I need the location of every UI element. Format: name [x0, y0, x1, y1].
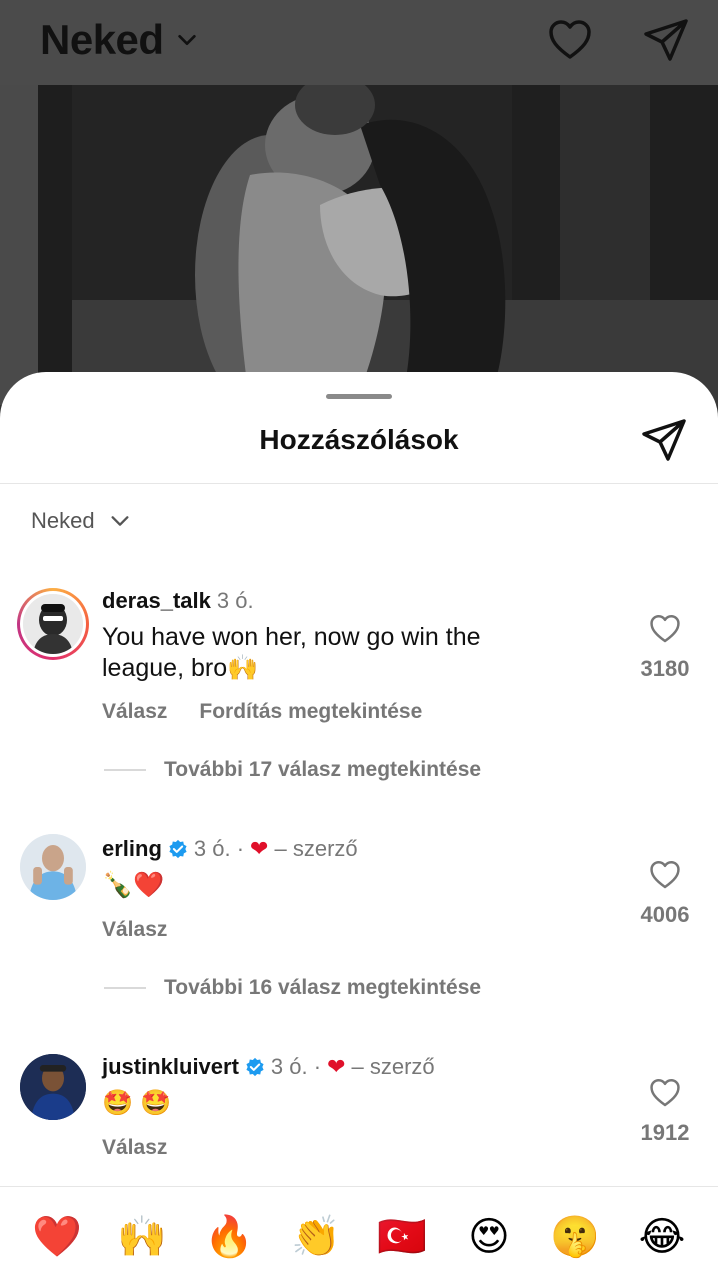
view-more-replies-label: További 17 válasz megtekintése — [164, 758, 482, 781]
comment-meta: erling 3 ó. · ❤ – szerző — [102, 836, 358, 862]
like-count: 3180 — [640, 656, 690, 681]
like-control: 4006 — [630, 858, 700, 928]
reply-line — [104, 987, 146, 989]
heart-icon[interactable] — [648, 612, 682, 646]
background-video[interactable] — [0, 85, 718, 405]
author-liked-heart-icon: ❤ — [250, 836, 269, 861]
comment-meta: deras_talk 3 ó. — [102, 588, 254, 614]
comment-actions: Válasz Fordítás megtekintése — [102, 700, 422, 724]
emoji-bar-divider — [0, 1186, 718, 1187]
comments-sheet: Hozzászólások Neked deras_talk 3 ó. You … — [0, 372, 718, 1280]
share-send-icon[interactable] — [640, 416, 688, 464]
username[interactable]: erling — [102, 836, 162, 862]
view-more-replies[interactable]: További 16 válasz megtekintése — [104, 976, 481, 1000]
heart-icon[interactable] — [648, 1076, 682, 1110]
emoji-heart-eyes[interactable]: 😍 — [464, 1212, 514, 1262]
reply-button[interactable]: Válasz — [102, 918, 167, 942]
timestamp: 3 ó. · — [193, 836, 245, 861]
like-count: 1912 — [640, 1120, 690, 1145]
comment-actions: Válasz — [102, 1136, 167, 1160]
username[interactable]: deras_talk — [102, 588, 211, 614]
comment-meta: justinkluivert 3 ó. · ❤ – szerző — [102, 1054, 435, 1080]
emoji-raising-hands[interactable]: 🙌 — [117, 1212, 167, 1262]
reply-line — [104, 769, 146, 771]
sort-selector[interactable]: Neked — [31, 508, 131, 534]
like-control: 3180 — [630, 612, 700, 682]
comment-text: 🍾❤️ — [102, 871, 165, 899]
reply-button[interactable]: Válasz — [102, 1136, 167, 1160]
comment-text: You have won her, now go win the league,… — [102, 623, 481, 682]
emoji-turkey-flag[interactable]: 🇹🇷 — [377, 1212, 427, 1262]
avatar[interactable] — [17, 588, 89, 660]
heart-icon[interactable] — [648, 858, 682, 892]
view-more-replies-label: További 16 válasz megtekintése — [164, 976, 482, 999]
emoji-shushing-face[interactable]: 🤫 — [550, 1212, 600, 1262]
top-bar: Neked — [0, 0, 718, 85]
author-tag: – szerző — [351, 1054, 435, 1079]
verified-badge-icon — [169, 839, 187, 859]
heart-icon[interactable] — [546, 16, 594, 64]
drag-handle[interactable] — [326, 394, 392, 399]
timestamp: 3 ó. — [216, 588, 254, 613]
user-portrait-icon — [23, 594, 83, 654]
emoji-fire[interactable]: 🔥 — [204, 1212, 254, 1262]
quick-emoji-bar: ❤️ 🙌 🔥 👏 🇹🇷 😍 🤫 😂 — [0, 1212, 718, 1268]
sort-label: Neked — [31, 508, 95, 533]
avatar[interactable] — [20, 834, 86, 900]
comment-text: 🤩 🤩 — [102, 1089, 172, 1117]
like-count: 4006 — [640, 902, 690, 927]
author-liked-heart-icon: ❤ — [327, 1054, 346, 1079]
chevron-down-icon — [111, 516, 129, 526]
translate-button[interactable]: Fordítás megtekintése — [199, 700, 422, 724]
username[interactable]: justinkluivert — [102, 1054, 239, 1080]
feed-title: Neked — [40, 16, 164, 63]
author-tag: – szerző — [274, 836, 358, 861]
sheet-title: Hozzászólások — [259, 424, 459, 455]
user-portrait-icon — [20, 834, 86, 900]
emoji-red-heart[interactable]: ❤️ — [32, 1212, 82, 1262]
send-icon[interactable] — [642, 16, 690, 64]
user-portrait-icon — [20, 1054, 86, 1120]
emoji-clapping-hands[interactable]: 👏 — [291, 1212, 341, 1262]
reply-button[interactable]: Válasz — [102, 700, 167, 724]
emoji-tears-of-joy[interactable]: 😂 — [637, 1212, 687, 1262]
header-divider — [0, 483, 718, 484]
comment-actions: Válasz — [102, 918, 167, 942]
feed-selector[interactable]: Neked — [40, 16, 198, 64]
avatar[interactable] — [20, 1054, 86, 1120]
chevron-down-icon — [177, 34, 196, 46]
timestamp: 3 ó. · — [270, 1054, 322, 1079]
like-control: 1912 — [630, 1076, 700, 1146]
view-more-replies[interactable]: További 17 válasz megtekintése — [104, 758, 481, 782]
verified-badge-icon — [246, 1057, 264, 1077]
